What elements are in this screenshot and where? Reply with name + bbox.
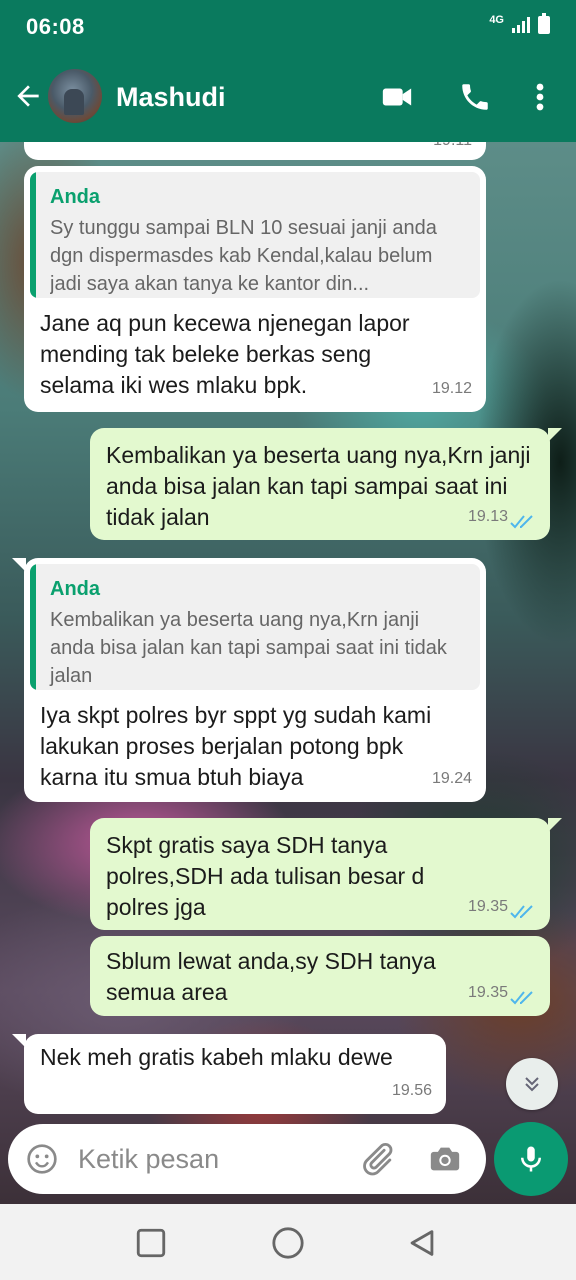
video-camera-icon[interactable] <box>380 80 414 114</box>
message-time: 19.24 <box>431 770 472 787</box>
message-input[interactable] <box>78 1142 348 1176</box>
double-chevron-down-icon <box>525 1077 539 1092</box>
quote-author: Anda <box>50 186 100 208</box>
network-type-label: 4G <box>489 14 504 26</box>
message-bubble-incoming[interactable]: 19.11 <box>24 142 486 160</box>
message-bubble-outgoing[interactable]: Sblum lewat anda,sy SDH tanya semua area… <box>90 936 550 1016</box>
quote-text: Sy tunggu sampai BLN 10 sesuai janji and… <box>50 217 437 295</box>
message-bubble-outgoing[interactable]: Kembalikan ya beserta uang nya,Krn janji… <box>90 428 550 540</box>
message-bubble-incoming[interactable]: Anda Kembalikan ya beserta uang nya,Krn … <box>24 558 486 802</box>
message-text: Sblum lewat anda,sy SDH tanya semua area <box>106 948 436 1005</box>
message-text: Jane aq pun kecewa njenegan lapor mendin… <box>40 310 410 398</box>
signal-icon <box>512 17 530 33</box>
message-bubble-incoming[interactable]: Nek meh gratis kabeh mlaku dewe 19.56 <box>24 1034 446 1114</box>
chat-messages-area[interactable]: 19.11 Anda Sy tunggu sampai BLN 10 sesua… <box>0 142 576 1204</box>
home-icon[interactable] <box>271 1226 305 1260</box>
message-time: 19.35 <box>467 898 508 915</box>
message-bubble-outgoing[interactable]: Skpt gratis saya SDH tanya polres,SDH ad… <box>90 818 550 930</box>
message-time: 19.56 <box>391 1082 432 1099</box>
status-icons: 4G <box>489 13 550 34</box>
message-text: Iya skpt polres byr sppt yg sudah kami l… <box>40 702 432 790</box>
chat-header: Mashudi <box>0 54 576 142</box>
status-time: 06:08 <box>26 14 85 39</box>
message-text: Skpt gratis saya SDH tanya polres,SDH ad… <box>106 832 425 920</box>
emoji-icon[interactable] <box>26 1143 58 1175</box>
quote-text: Kembalikan ya beserta uang nya,Krn janji… <box>50 609 447 687</box>
message-time: 19.35 <box>467 984 508 1001</box>
double-check-icon <box>510 905 533 919</box>
message-time: 19.12 <box>431 380 472 397</box>
recent-apps-icon[interactable] <box>134 1226 168 1260</box>
quote-accent-bar <box>30 172 36 298</box>
message-time: 19.13 <box>467 508 508 525</box>
double-check-icon <box>510 991 533 1005</box>
message-composer <box>8 1124 486 1194</box>
quote-accent-bar <box>30 564 36 690</box>
quote-author: Anda <box>50 578 100 600</box>
message-bubble-incoming[interactable]: Anda Sy tunggu sampai BLN 10 sesuai janj… <box>24 166 486 412</box>
bubble-tail <box>548 428 562 442</box>
microphone-icon <box>521 1146 541 1172</box>
phone-icon[interactable] <box>458 80 492 114</box>
bubble-tail <box>548 818 562 832</box>
voice-message-button[interactable] <box>494 1122 568 1196</box>
scroll-to-bottom-button[interactable] <box>506 1058 558 1110</box>
quoted-message[interactable]: Anda Kembalikan ya beserta uang nya,Krn … <box>30 564 480 690</box>
nav-back-icon[interactable] <box>405 1226 439 1260</box>
battery-icon <box>538 13 550 34</box>
quoted-message[interactable]: Anda Sy tunggu sampai BLN 10 sesuai janj… <box>30 172 480 298</box>
more-vertical-icon[interactable] <box>528 80 552 114</box>
camera-icon[interactable] <box>428 1142 462 1176</box>
system-navigation-bar <box>0 1204 576 1280</box>
avatar[interactable] <box>48 69 102 123</box>
message-time: 19.11 <box>433 142 472 156</box>
double-check-icon <box>510 515 533 529</box>
arrow-left-icon[interactable] <box>12 80 44 112</box>
status-bar: 06:08 4G <box>0 0 576 54</box>
message-text: Nek meh gratis kabeh mlaku dewe <box>40 1044 393 1070</box>
paperclip-icon[interactable] <box>358 1140 396 1178</box>
contact-name[interactable]: Mashudi <box>116 82 226 113</box>
